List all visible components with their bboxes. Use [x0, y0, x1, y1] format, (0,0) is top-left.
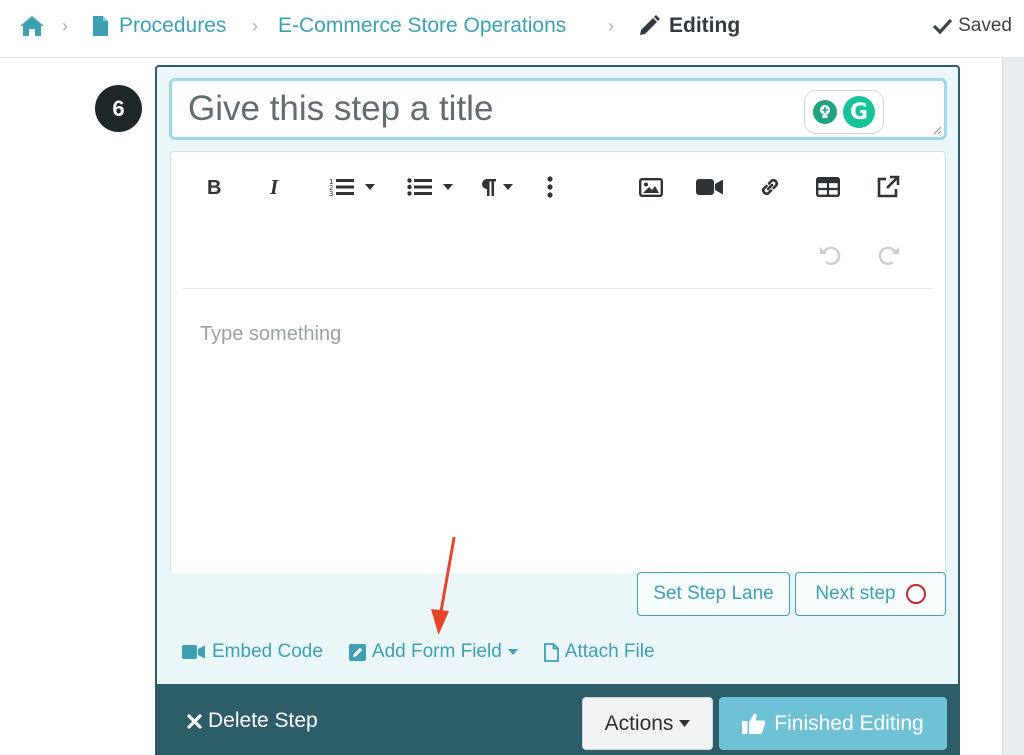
- paragraph-icon: [482, 179, 496, 196]
- caret-down-icon: [365, 184, 375, 190]
- next-step-button[interactable]: Next step: [795, 572, 946, 616]
- window-edge: [1002, 0, 1024, 755]
- actions-dropdown-button[interactable]: Actions: [582, 697, 713, 750]
- breadcrumb-separator: ›: [252, 15, 258, 36]
- actions-label: Actions: [604, 711, 674, 735]
- edit-square-icon: [348, 643, 366, 661]
- unordered-list-icon: [407, 178, 432, 196]
- step-attachments-row: Embed Code Add Form Field Attach File: [182, 637, 655, 667]
- finished-editing-button[interactable]: Finished Editing: [719, 697, 947, 750]
- breadcrumb-ecommerce[interactable]: E-Commerce Store Operations: [278, 0, 566, 52]
- pencil-icon: [640, 15, 660, 35]
- more-icon[interactable]: [541, 170, 559, 204]
- caret-down-icon: [507, 649, 518, 655]
- grammarly-widget[interactable]: G: [804, 90, 884, 134]
- add-form-field-label: Add Form Field: [371, 641, 502, 662]
- step-title-input[interactable]: Give this step a title G: [169, 78, 947, 140]
- step-body-placeholder: Type something: [200, 323, 342, 345]
- breadcrumb-current: Editing: [637, 0, 740, 52]
- table-icon[interactable]: [814, 170, 842, 204]
- saved-status: Saved: [933, 0, 1012, 52]
- external-link-icon[interactable]: [874, 170, 902, 204]
- video-icon[interactable]: [695, 170, 725, 204]
- svg-text:B: B: [207, 177, 221, 197]
- paragraph-button[interactable]: [474, 170, 518, 204]
- delete-step-label: Delete Step: [208, 709, 318, 732]
- thumbs-up-icon: [742, 713, 766, 734]
- image-icon[interactable]: [637, 170, 665, 204]
- grammarly-logo-icon: G: [843, 96, 875, 128]
- finished-editing-label: Finished Editing: [774, 711, 924, 735]
- add-form-field-button[interactable]: Add Form Field: [348, 641, 518, 663]
- attach-file-button[interactable]: Attach File: [543, 641, 655, 663]
- italic-icon[interactable]: I: [264, 170, 288, 204]
- breadcrumb-separator: ›: [608, 15, 614, 36]
- step-card: Give this step a title G B I 1 2 3 Type …: [155, 65, 960, 755]
- breadcrumb-procedures[interactable]: Procedures: [92, 0, 226, 52]
- resize-grip-icon[interactable]: [932, 125, 942, 135]
- caret-down-icon: [503, 184, 513, 190]
- caret-down-icon: [443, 184, 453, 190]
- checkmark-icon: [933, 18, 953, 34]
- next-step-label: Next step: [815, 583, 896, 604]
- set-step-lane-label: Set Step Lane: [653, 583, 774, 604]
- undo-icon[interactable]: [816, 238, 844, 272]
- breadcrumb-current-label: Editing: [669, 14, 741, 37]
- svg-text:I: I: [269, 177, 279, 197]
- document-icon: [93, 16, 108, 36]
- lightbulb-icon: [813, 100, 837, 124]
- file-icon: [543, 642, 559, 662]
- ordered-list-button[interactable]: 1 2 3: [321, 170, 383, 204]
- video-icon: [182, 645, 205, 659]
- toolbar-divider: [183, 288, 933, 289]
- step-card-footer: Delete Step Actions Finished Editing: [157, 684, 958, 755]
- caret-down-icon: [679, 720, 691, 727]
- svg-text:3: 3: [329, 190, 333, 197]
- delete-step-button[interactable]: Delete Step: [187, 706, 318, 736]
- step-title-placeholder: Give this step a title: [188, 89, 494, 128]
- ordered-list-icon: 1 2 3: [329, 178, 354, 197]
- home-link[interactable]: [19, 0, 45, 52]
- breadcrumb-ecommerce-label: E-Commerce Store Operations: [278, 14, 567, 37]
- rich-text-editor[interactable]: B I 1 2 3 Type something: [170, 151, 946, 573]
- link-icon[interactable]: [756, 170, 784, 204]
- close-icon: [187, 713, 202, 729]
- redo-icon[interactable]: [875, 238, 903, 272]
- breadcrumb-procedures-label: Procedures: [119, 14, 227, 37]
- set-step-lane-button[interactable]: Set Step Lane: [637, 572, 790, 616]
- saved-label: Saved: [958, 15, 1012, 36]
- attach-file-label: Attach File: [564, 641, 655, 662]
- step-number-badge: 6: [95, 85, 142, 132]
- top-bar: › Procedures › E-Commerce Store Operatio…: [0, 0, 1024, 58]
- bold-icon[interactable]: B: [201, 170, 229, 204]
- unordered-list-button[interactable]: [399, 170, 461, 204]
- breadcrumb-separator: ›: [62, 15, 68, 36]
- step-status-circle-icon: [905, 584, 926, 604]
- embed-code-button[interactable]: Embed Code: [182, 641, 323, 663]
- embed-code-label: Embed Code: [212, 641, 323, 662]
- home-icon: [20, 16, 44, 36]
